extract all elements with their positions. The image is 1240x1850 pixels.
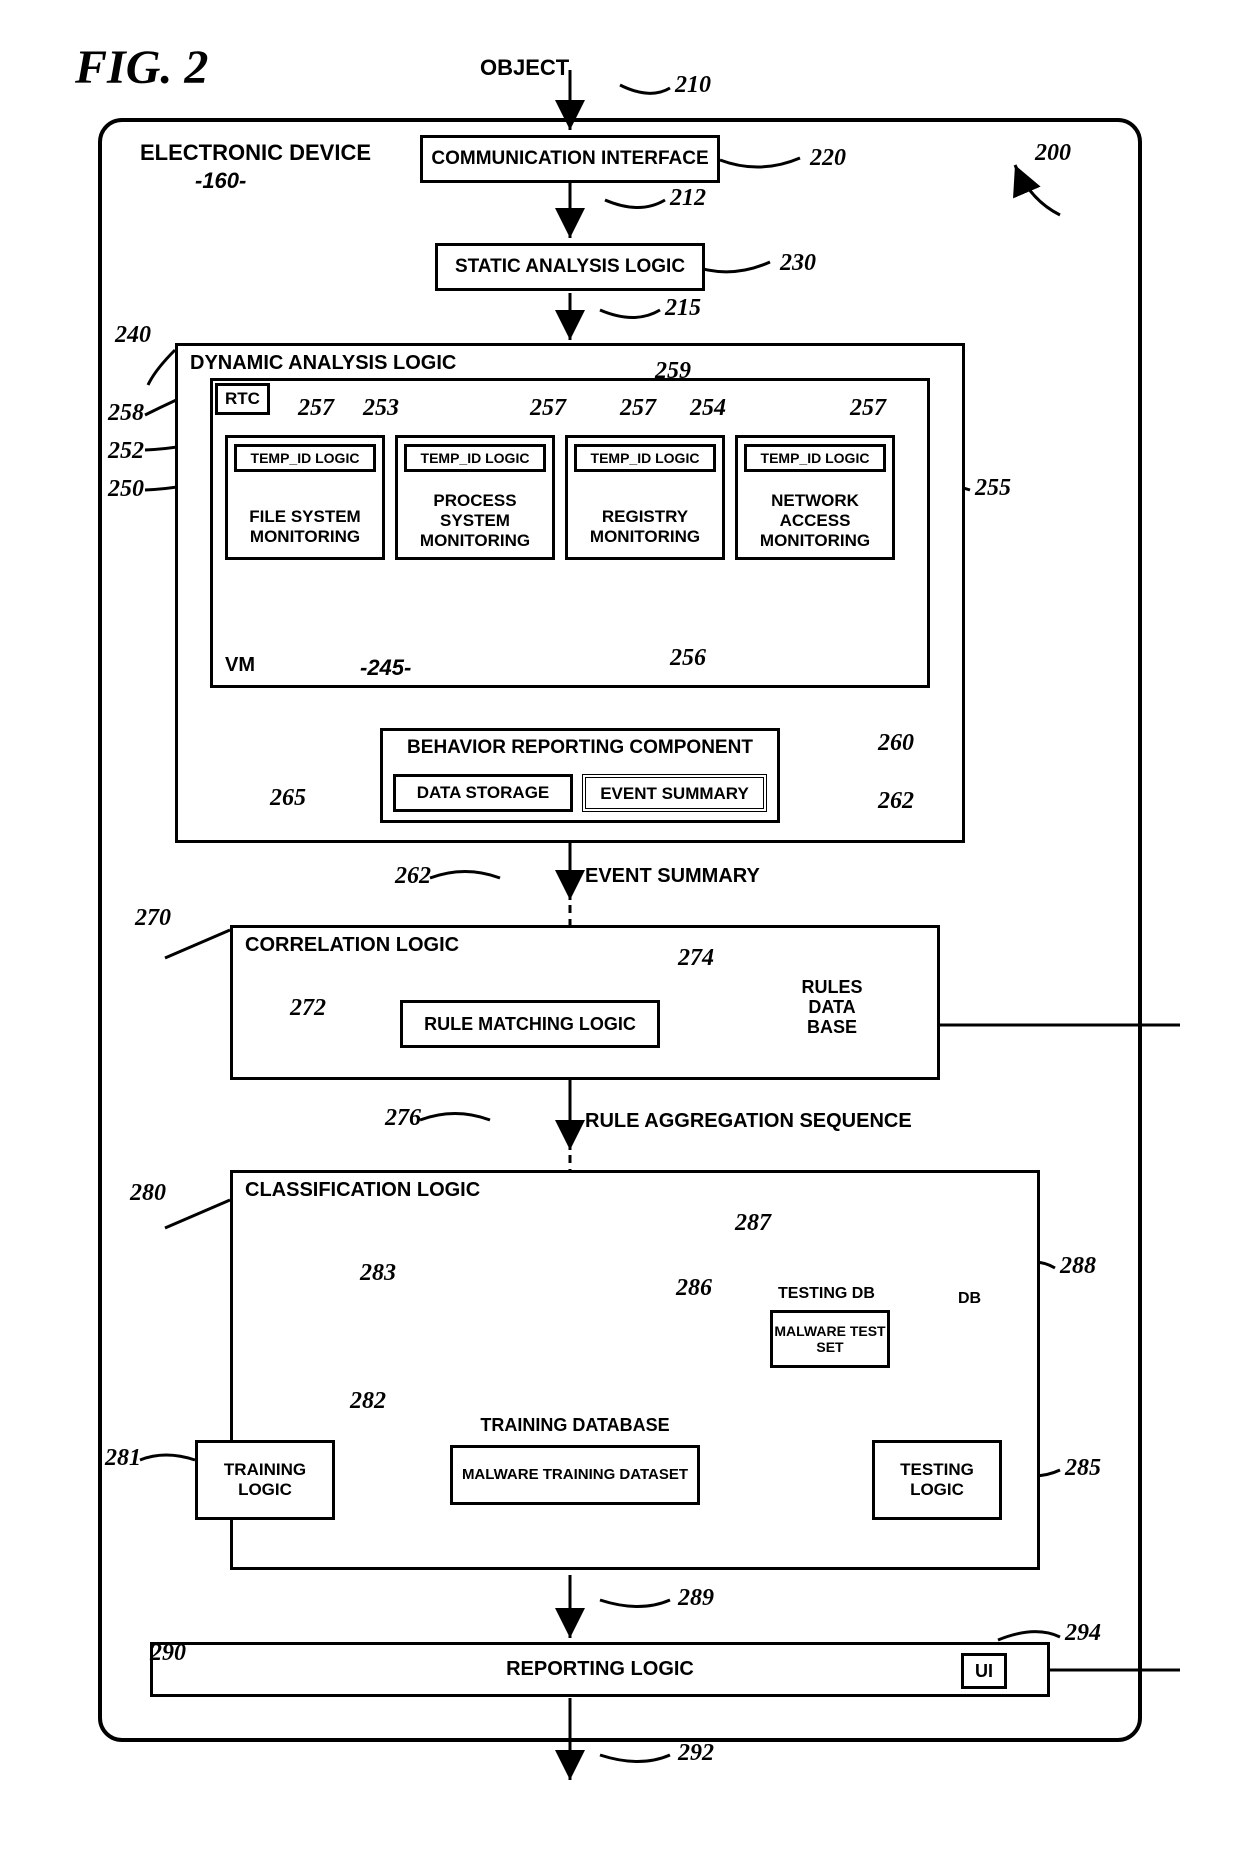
ref-250: 250	[108, 476, 144, 503]
ref-285: 285	[1065, 1455, 1101, 1482]
electronic-device-num: -160-	[195, 168, 246, 194]
ref-274: 274	[678, 945, 714, 972]
ref-258: 258	[108, 400, 144, 427]
ref-254: 254	[690, 395, 726, 422]
static-analysis-box: STATIC ANALYSIS LOGIC	[435, 243, 705, 291]
malware-test-set-box: MALWARE TEST SET	[770, 1310, 890, 1368]
ref-257d: 257	[850, 395, 886, 422]
malware-training-dataset-box: MALWARE TRAINING DATASET	[450, 1445, 700, 1505]
ref-215: 215	[665, 295, 701, 322]
ref-256: 256	[670, 645, 706, 672]
event-summary-box: EVENT SUMMARY	[582, 774, 767, 812]
rule-aggregation-label: RULE AGGREGATION SEQUENCE	[585, 1110, 912, 1133]
ref-257c: 257	[620, 395, 656, 422]
ref-276: 276	[385, 1105, 421, 1132]
testing-logic-box: TESTING LOGIC	[872, 1440, 1002, 1520]
figure-title: FIG. 2	[75, 40, 208, 95]
vm-num: -245-	[360, 655, 411, 681]
temp-id-logic-1: TEMP_ID LOGIC	[234, 444, 376, 472]
training-logic-label: TRAINING LOGIC	[198, 1460, 332, 1500]
ref-265: 265	[270, 785, 306, 812]
process-monitoring-box: TEMP_ID LOGIC PROCESS SYSTEM MONITORING	[395, 435, 555, 560]
ref-288: 288	[1060, 1253, 1096, 1280]
brc-label: BEHAVIOR REPORTING COMPONENT	[391, 737, 769, 759]
object-label: OBJECT	[480, 55, 569, 81]
ref-210: 210	[675, 72, 711, 99]
process-monitoring-label: PROCESS SYSTEM MONITORING	[402, 491, 548, 551]
ref-290: 290	[150, 1640, 186, 1667]
ref-287: 287	[735, 1210, 771, 1237]
rule-matching-box: RULE MATCHING LOGIC	[400, 1000, 660, 1048]
training-logic-box: TRAINING LOGIC	[195, 1440, 335, 1520]
file-system-monitoring-box: TEMP_ID LOGIC FILE SYSTEM MONITORING	[225, 435, 385, 560]
ref-257a: 257	[298, 395, 334, 422]
testing-logic-label: TESTING LOGIC	[875, 1460, 999, 1500]
ref-292: 292	[678, 1740, 714, 1767]
event-summary-flow-label: EVENT SUMMARY	[585, 865, 760, 888]
ui-box: UI	[961, 1653, 1007, 1689]
temp-id-logic-4: TEMP_ID LOGIC	[744, 444, 886, 472]
ref-212: 212	[670, 185, 706, 212]
ref-257b: 257	[530, 395, 566, 422]
ref-272: 272	[290, 995, 326, 1022]
ref-289: 289	[678, 1585, 714, 1612]
ref-260: 260	[878, 730, 914, 757]
ref-220: 220	[810, 145, 846, 172]
db-label: DB	[958, 1290, 981, 1308]
ref-259: 259	[655, 358, 691, 385]
registry-monitoring-box: TEMP_ID LOGIC REGISTRY MONITORING	[565, 435, 725, 560]
reporting-logic-box: REPORTING LOGIC UI	[150, 1642, 1050, 1697]
registry-monitoring-label: REGISTRY MONITORING	[572, 507, 718, 547]
training-db-label: TRAINING DATABASE	[450, 1415, 700, 1436]
temp-id-logic-3: TEMP_ID LOGIC	[574, 444, 716, 472]
dynamic-analysis-label: DYNAMIC ANALYSIS LOGIC	[190, 352, 456, 375]
ref-286: 286	[676, 1275, 712, 1302]
electronic-device-label: ELECTRONIC DEVICE	[140, 140, 371, 166]
ref-262b: 262	[395, 863, 431, 890]
ref-280: 280	[130, 1180, 166, 1207]
reporting-logic-label: REPORTING LOGIC	[506, 1658, 694, 1680]
testing-db-label: TESTING DB	[778, 1285, 875, 1303]
communication-interface-box: COMMUNICATION INTERFACE	[420, 135, 720, 183]
classification-label: CLASSIFICATION LOGIC	[245, 1179, 480, 1202]
temp-id-logic-2: TEMP_ID LOGIC	[404, 444, 546, 472]
rtc-box: RTC	[215, 383, 270, 415]
behavior-reporting-box: BEHAVIOR REPORTING COMPONENT DATA STORAG…	[380, 728, 780, 823]
ref-255: 255	[975, 475, 1011, 502]
malware-training-label: MALWARE TRAINING DATASET	[462, 1466, 688, 1484]
ref-262a: 262	[878, 788, 914, 815]
ref-200: 200	[1035, 140, 1071, 167]
correlation-label: CORRELATION LOGIC	[245, 934, 459, 957]
rules-db-label: RULES DATA BASE	[797, 977, 867, 1037]
ref-283: 283	[360, 1260, 396, 1287]
ref-294: 294	[1065, 1620, 1101, 1647]
ref-252: 252	[108, 438, 144, 465]
ref-253: 253	[363, 395, 399, 422]
ref-240: 240	[115, 322, 151, 349]
ref-270: 270	[135, 905, 171, 932]
ref-230: 230	[780, 250, 816, 277]
malware-test-set-label: MALWARE TEST SET	[773, 1323, 887, 1355]
ref-282: 282	[350, 1388, 386, 1415]
ref-281: 281	[105, 1445, 141, 1472]
network-monitoring-box: TEMP_ID LOGIC NETWORK ACCESS MONITORING	[735, 435, 895, 560]
data-storage-box: DATA STORAGE	[393, 774, 573, 812]
file-monitoring-label: FILE SYSTEM MONITORING	[232, 507, 378, 547]
network-monitoring-label: NETWORK ACCESS MONITORING	[742, 491, 888, 551]
vm-label: VM	[225, 654, 255, 677]
